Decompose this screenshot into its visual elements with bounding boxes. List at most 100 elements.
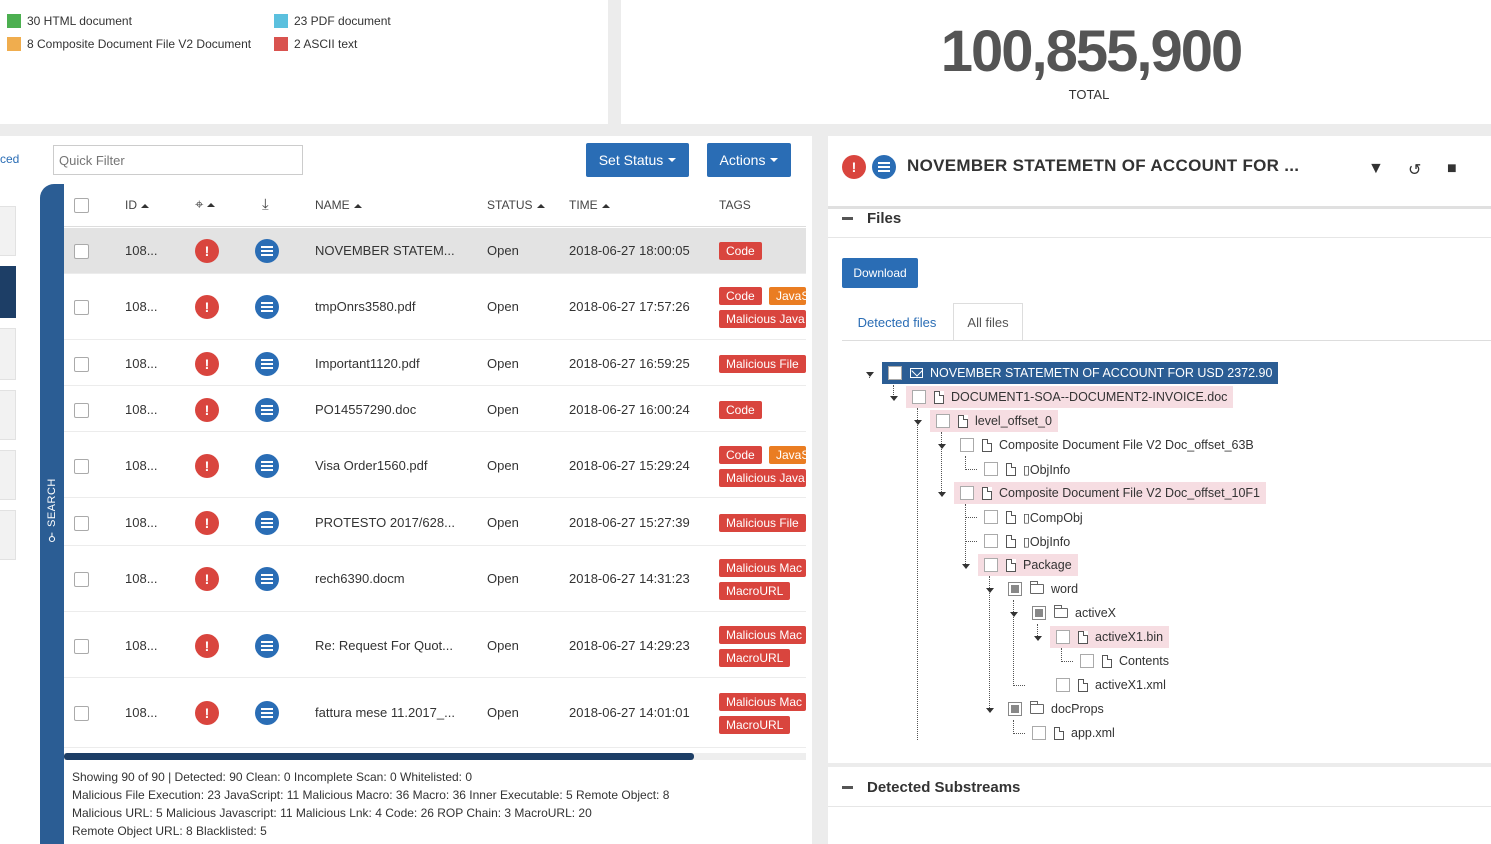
tree-node-composite-10f1[interactable]: Composite Document File V2 Doc_offset_10… (954, 482, 1267, 504)
row-checkbox[interactable] (74, 572, 89, 587)
details-list-icon[interactable] (255, 239, 279, 263)
tree-checkbox[interactable] (1080, 654, 1094, 668)
select-all-checkbox[interactable] (74, 198, 89, 213)
row-name[interactable]: rech6390.docm (315, 571, 405, 586)
details-list-icon[interactable] (255, 511, 279, 535)
tree-node-folder-word[interactable]: word (1002, 578, 1084, 600)
actions-button[interactable]: Actions (707, 143, 791, 177)
column-header-download[interactable]: ⤓ (262, 196, 269, 213)
row-name[interactable]: tmpOnrs3580.pdf (315, 299, 415, 314)
horizontal-scrollbar-thumb[interactable] (64, 753, 694, 760)
side-nav-item[interactable] (0, 510, 16, 560)
expand-caret-icon[interactable] (938, 444, 946, 449)
comments-icon[interactable]: ■ (1447, 160, 1457, 178)
tree-node-objinfo[interactable]: ▯ObjInfo (978, 458, 1076, 480)
row-checkbox[interactable] (74, 706, 89, 721)
quick-filter-input[interactable] (53, 145, 303, 175)
row-name[interactable]: PROTESTO 2017/628... (315, 515, 455, 530)
details-list-icon[interactable] (255, 567, 279, 591)
tree-node-activex1-bin[interactable]: activeX1.bin (1050, 626, 1170, 648)
table-row[interactable] (64, 340, 806, 386)
tree-checkbox[interactable] (960, 438, 974, 452)
expand-caret-icon[interactable] (986, 588, 994, 593)
row-name[interactable]: Re: Request For Quot... (315, 638, 453, 653)
row-checkbox[interactable] (74, 459, 89, 474)
tree-checkbox[interactable] (984, 462, 998, 476)
history-icon[interactable]: ↺ (1408, 160, 1421, 180)
details-list-icon[interactable] (255, 634, 279, 658)
tree-checkbox-partial[interactable] (1008, 702, 1022, 716)
tree-checkbox[interactable] (888, 366, 902, 380)
column-header-id[interactable]: ID (125, 198, 149, 212)
row-name[interactable]: PO14557290.doc (315, 402, 416, 417)
row-checkbox[interactable] (74, 403, 89, 418)
row-name[interactable]: NOVEMBER STATEM... (315, 243, 455, 258)
row-name[interactable]: fattura mese 11.2017_... (315, 705, 455, 720)
side-nav-item[interactable] (0, 450, 16, 500)
details-list-icon[interactable] (255, 701, 279, 725)
expand-caret-icon[interactable] (1010, 612, 1018, 617)
details-list-icon[interactable] (255, 295, 279, 319)
column-header-name[interactable]: NAME (315, 198, 362, 212)
expand-caret-icon[interactable] (890, 396, 898, 401)
tree-checkbox[interactable] (984, 558, 998, 572)
table-row[interactable] (64, 546, 806, 612)
row-name[interactable]: Visa Order1560.pdf (315, 458, 428, 473)
tree-node-activex1-xml[interactable]: activeX1.xml (1050, 674, 1172, 696)
advanced-search-link[interactable]: ced (0, 152, 19, 166)
table-row[interactable] (64, 386, 806, 432)
tree-checkbox[interactable] (936, 414, 950, 428)
expand-caret-icon[interactable] (866, 372, 874, 377)
column-header-time[interactable]: TIME (569, 198, 610, 212)
tree-checkbox[interactable] (912, 390, 926, 404)
tree-checkbox[interactable] (960, 486, 974, 500)
tree-node-level-offset[interactable]: level_offset_0 (930, 410, 1058, 432)
substreams-section-header[interactable]: Detected Substreams (842, 779, 1020, 796)
tree-checkbox-partial[interactable] (1032, 606, 1046, 620)
column-header-status[interactable]: STATUS (487, 198, 545, 212)
expand-caret-icon[interactable] (914, 420, 922, 425)
side-nav-item[interactable] (0, 328, 16, 380)
tree-checkbox[interactable] (984, 534, 998, 548)
tree-node-objinfo[interactable]: ▯ObjInfo (978, 530, 1076, 552)
expand-caret-icon[interactable] (962, 564, 970, 569)
side-nav-item[interactable] (0, 390, 16, 440)
tree-node-app-xml[interactable]: app.xml (1026, 722, 1121, 744)
tree-node-compobj[interactable]: ▯CompObj (978, 506, 1089, 528)
tree-checkbox[interactable] (984, 510, 998, 524)
tree-checkbox[interactable] (1056, 630, 1070, 644)
row-checkbox[interactable] (74, 639, 89, 654)
tree-checkbox[interactable] (1032, 726, 1046, 740)
table-row[interactable] (64, 274, 806, 340)
expand-caret-icon[interactable] (986, 708, 994, 713)
table-row[interactable] (64, 432, 806, 498)
expand-caret-icon[interactable] (938, 492, 946, 497)
tab-all-files[interactable]: All files (953, 303, 1023, 341)
row-checkbox[interactable] (74, 244, 89, 259)
expand-caret-icon[interactable] (1034, 636, 1042, 641)
tree-checkbox[interactable] (1056, 678, 1070, 692)
details-list-icon[interactable] (255, 352, 279, 376)
tree-node-composite-63b[interactable]: Composite Document File V2 Doc_offset_63… (954, 434, 1260, 456)
tree-node-package[interactable]: Package (978, 554, 1078, 576)
download-button[interactable]: Download (842, 258, 918, 288)
tree-node-root-email[interactable]: NOVEMBER STATEMETN OF ACCOUNT FOR USD 23… (882, 362, 1279, 384)
side-nav-item-active[interactable] (0, 266, 16, 318)
row-checkbox[interactable] (74, 357, 89, 372)
tree-node-folder-docprops[interactable]: docProps (1002, 698, 1110, 720)
tree-checkbox-partial[interactable] (1008, 582, 1022, 596)
files-section-header[interactable]: Files (842, 210, 901, 227)
row-name[interactable]: Important1120.pdf (315, 356, 420, 371)
binoculars-icon[interactable]: ▼ (1368, 160, 1384, 178)
tree-node-contents[interactable]: Contents (1074, 650, 1175, 672)
tree-node-folder-activex[interactable]: activeX (1026, 602, 1122, 624)
tab-detected-files[interactable]: Detected files (846, 303, 948, 341)
column-header-target[interactable]: ⌖ (195, 196, 216, 213)
details-list-icon[interactable] (255, 398, 279, 422)
search-side-label[interactable]: ⚲ SEARCH (43, 476, 61, 546)
row-checkbox[interactable] (74, 516, 89, 531)
side-nav-item[interactable] (0, 206, 16, 256)
set-status-button[interactable]: Set Status (586, 143, 689, 177)
tree-node-doc[interactable]: DOCUMENT1-SOA--DOCUMENT2-INVOICE.doc (906, 386, 1234, 408)
details-list-icon[interactable] (255, 454, 279, 478)
